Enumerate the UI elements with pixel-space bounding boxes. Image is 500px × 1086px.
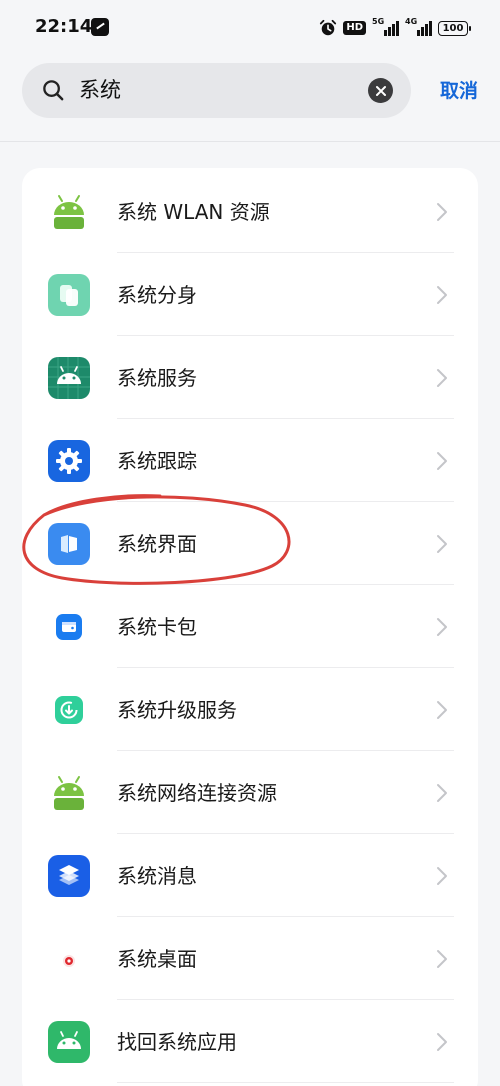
- result-item-system-desktop[interactable]: 系统桌面: [22, 917, 478, 1000]
- chevron-right-icon: [437, 369, 447, 387]
- hd-voice-badge: HD: [343, 21, 366, 35]
- header-divider: [0, 141, 500, 142]
- clone-pages-icon: [48, 274, 90, 316]
- chevron-right-icon: [437, 286, 447, 304]
- update-arrow-icon: [48, 689, 90, 731]
- battery-icon: 100: [438, 20, 471, 36]
- ui-panels-icon: [48, 523, 90, 565]
- chevron-right-icon: [437, 535, 447, 553]
- chevron-right-icon: [437, 701, 447, 719]
- wallet-icon: [48, 606, 90, 648]
- result-label: 系统桌面: [117, 947, 197, 971]
- result-item-system-services[interactable]: 系统服务: [22, 336, 478, 419]
- result-label: 系统消息: [117, 864, 197, 888]
- close-icon: [375, 85, 386, 96]
- result-label: 系统网络连接资源: [117, 781, 277, 805]
- chevron-right-icon: [437, 784, 447, 802]
- result-item-system-ui[interactable]: 系统界面: [22, 502, 478, 585]
- android-grid-icon: [48, 357, 90, 399]
- search-icon: [43, 80, 64, 101]
- result-label: 系统分身: [117, 283, 197, 307]
- result-item-system-clone[interactable]: 系统分身: [22, 253, 478, 336]
- gear-icon: [48, 440, 90, 482]
- search-results-list: 系统 WLAN 资源 系统分身 系统服务 系统跟踪 系统界面 系统卡包 系统升级…: [22, 168, 478, 1086]
- result-item-system-messages[interactable]: 系统消息: [22, 834, 478, 917]
- signal-4g-icon: 4G: [405, 17, 432, 36]
- clear-search-button[interactable]: [368, 78, 393, 103]
- cancel-button[interactable]: 取消: [440, 78, 478, 104]
- divider: [117, 1082, 454, 1083]
- result-item-system-wlan[interactable]: 系统 WLAN 资源: [22, 170, 478, 253]
- result-item-system-wallet[interactable]: 系统卡包: [22, 585, 478, 668]
- notification-app-icon: [91, 18, 109, 36]
- result-label: 系统跟踪: [117, 449, 197, 473]
- result-item-system-tracing[interactable]: 系统跟踪: [22, 419, 478, 502]
- screen: 22:14 HD 5G 4G 100 系统 取消 系统 WLAN 资源 系统分身…: [0, 0, 500, 1086]
- search-input[interactable]: 系统: [79, 77, 121, 104]
- result-label: 系统升级服务: [117, 698, 237, 722]
- desktop-dot-icon: [48, 938, 90, 980]
- result-item-system-update[interactable]: 系统升级服务: [22, 668, 478, 751]
- chevron-right-icon: [437, 203, 447, 221]
- result-label: 系统服务: [117, 366, 197, 390]
- result-label: 系统 WLAN 资源: [117, 200, 270, 224]
- result-label: 系统卡包: [117, 615, 197, 639]
- chevron-right-icon: [437, 1033, 447, 1051]
- android-robot-icon: [48, 772, 90, 814]
- result-label: 找回系统应用: [117, 1030, 237, 1054]
- search-box[interactable]: 系统: [22, 63, 411, 118]
- status-indicators: HD 5G 4G 100: [319, 17, 471, 38]
- android-robot-icon: [48, 1021, 90, 1063]
- chevron-right-icon: [437, 452, 447, 470]
- layers-icon: [48, 855, 90, 897]
- status-time: 22:14: [35, 16, 93, 37]
- result-item-recover-system-apps[interactable]: 找回系统应用: [22, 1000, 478, 1083]
- result-item-system-network-resources[interactable]: 系统网络连接资源: [22, 751, 478, 834]
- chevron-right-icon: [437, 618, 447, 636]
- chevron-right-icon: [437, 867, 447, 885]
- result-label: 系统界面: [117, 532, 197, 556]
- status-bar: 22:14 HD 5G 4G 100: [0, 0, 500, 56]
- android-robot-icon: [48, 191, 90, 233]
- alarm-clock-icon: [320, 19, 337, 36]
- signal-5g-icon: 5G: [372, 17, 399, 36]
- chevron-right-icon: [437, 950, 447, 968]
